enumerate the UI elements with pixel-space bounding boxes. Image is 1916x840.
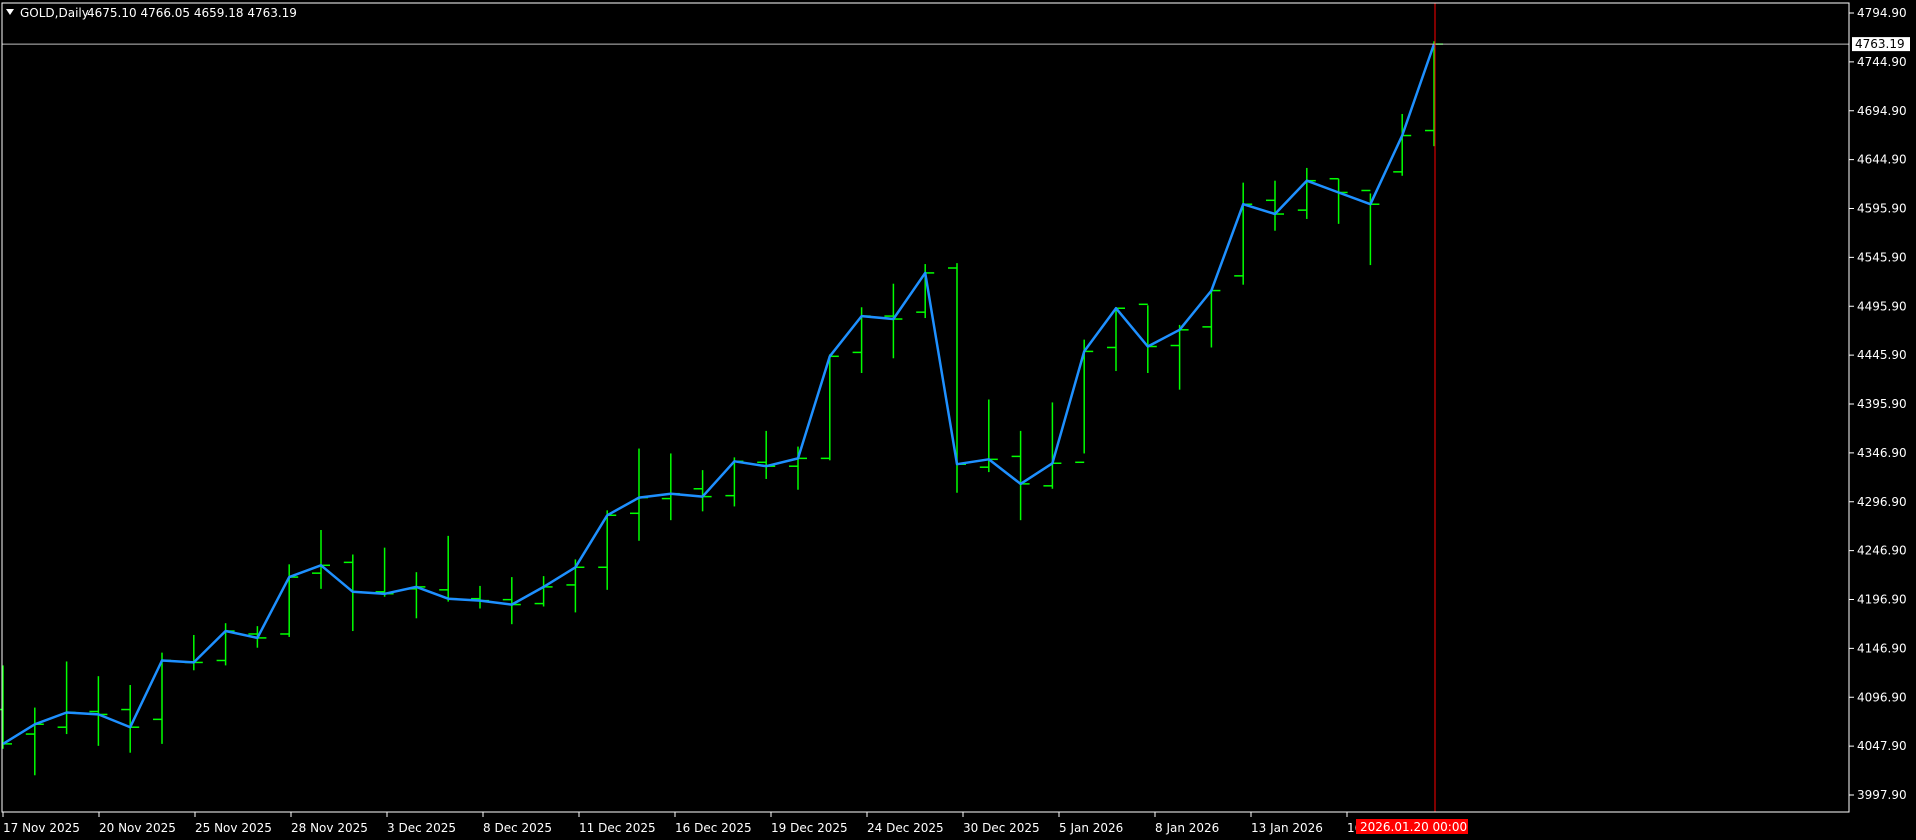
- time-tick-label: 5 Jan 2026: [1059, 821, 1123, 835]
- price-chart[interactable]: 4794.90 4744.90 4694.90 4644.90 4595.90 4545.…: [0, 0, 1916, 840]
- price-tick-label: 4794.90: [1857, 6, 1907, 20]
- price-tick-label: 4096.90: [1857, 690, 1907, 704]
- price-tick-label: 3997.90: [1857, 788, 1907, 802]
- chart-background: [0, 0, 1916, 840]
- price-tick-label: 4047.90: [1857, 739, 1907, 753]
- price-tick-label: 4595.90: [1857, 202, 1907, 216]
- time-tick-label: 20 Nov 2025: [99, 821, 176, 835]
- price-tick-label: 4644.90: [1857, 153, 1907, 167]
- time-tick-label: 24 Dec 2025: [867, 821, 944, 835]
- time-tick-label: 3 Dec 2025: [387, 821, 456, 835]
- price-tick-label: 4196.90: [1857, 593, 1907, 607]
- time-tick-label: 13 Jan 2026: [1251, 821, 1323, 835]
- time-tick-label: 25 Nov 2025: [195, 821, 272, 835]
- price-tick-label: 4495.90: [1857, 299, 1907, 313]
- time-tick-label: 8 Dec 2025: [483, 821, 552, 835]
- price-tick-label: 4694.90: [1857, 104, 1907, 118]
- current-price-label: 4763.19: [1855, 37, 1905, 51]
- crosshair-time-badge: 2026.01.20 00:00: [1356, 819, 1468, 834]
- current-price-badge: 4763.19: [1852, 37, 1910, 52]
- time-tick-label: 8 Jan 2026: [1155, 821, 1219, 835]
- price-tick-label: 4395.90: [1857, 397, 1907, 411]
- price-tick-label: 4296.90: [1857, 495, 1907, 509]
- time-tick-label: 11 Dec 2025: [579, 821, 656, 835]
- time-tick-label: 17 Nov 2025: [3, 821, 80, 835]
- price-tick-label: 4146.90: [1857, 641, 1907, 655]
- time-tick-label: 30 Dec 2025: [963, 821, 1040, 835]
- time-tick-label: 19 Dec 2025: [771, 821, 848, 835]
- time-tick-label: 28 Nov 2025: [291, 821, 368, 835]
- crosshair-time-label: 2026.01.20 00:00: [1360, 820, 1467, 834]
- symbol-label: GOLD,Daily: [20, 6, 89, 20]
- price-tick-label: 4346.90: [1857, 446, 1907, 460]
- ohlc-readout: 4675.10 4766.05 4659.18 4763.19: [87, 6, 297, 20]
- price-tick-label: 4445.90: [1857, 348, 1907, 362]
- chart-header: GOLD,Daily 4675.10 4766.05 4659.18 4763.…: [6, 6, 297, 20]
- price-tick-label: 4545.90: [1857, 250, 1907, 264]
- price-tick-label: 4246.90: [1857, 544, 1907, 558]
- time-tick-label: 16 Dec 2025: [675, 821, 752, 835]
- price-tick-label: 4744.90: [1857, 55, 1907, 69]
